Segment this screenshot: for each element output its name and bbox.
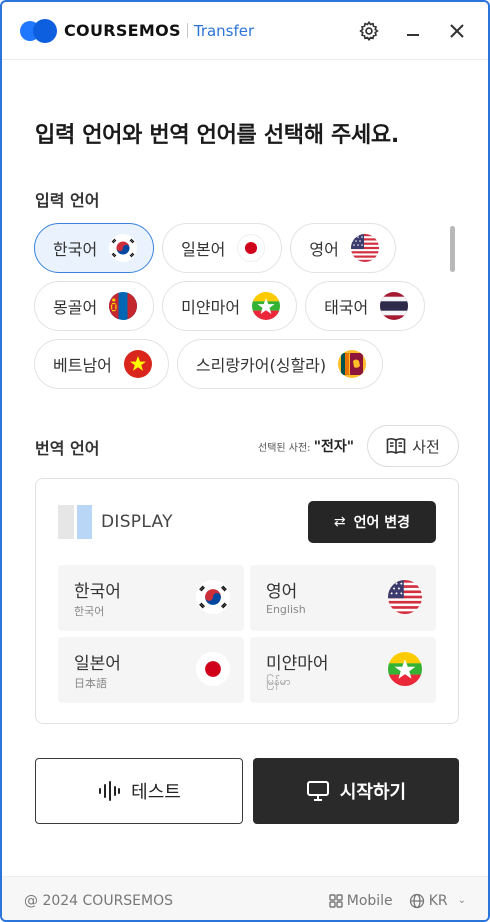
language-chip-english[interactable]: 영어 <box>290 223 396 273</box>
language-list-scrollbar[interactable] <box>450 226 455 272</box>
japan-flag-icon <box>237 234 266 262</box>
input-language-label: 입력 언어 <box>35 191 100 210</box>
thailand-flag-icon <box>380 292 408 320</box>
card-language-name: 영어 <box>266 582 298 602</box>
japan-flag-icon <box>196 652 230 686</box>
mongolia-flag-icon <box>109 292 137 320</box>
target-language-card-japanese[interactable]: 일본어 日本語 <box>58 637 244 703</box>
language-chip-vietnamese[interactable]: 베트남어 <box>34 339 169 389</box>
title-bar: COURSEMOS Transfer <box>2 2 488 60</box>
myanmar-flag-icon <box>252 292 280 320</box>
grid-icon <box>329 893 343 908</box>
product-name: Transfer <box>193 21 255 40</box>
display-title: DISPLAY <box>101 512 173 532</box>
vietnam-flag-icon <box>124 350 152 378</box>
target-language-label: 번역 언어 <box>35 439 100 458</box>
selected-dictionary-prefix: 선택된 사전: <box>258 443 311 454</box>
language-chip-korean[interactable]: 한국어 <box>34 223 155 273</box>
target-language-card-english[interactable]: 영어 English <box>250 565 436 631</box>
language-selector-label: KR <box>428 892 448 909</box>
language-chip-label: 스리랑카어(싱할라) <box>195 356 327 375</box>
input-language-row-1: 한국어 일본어 영어 <box>34 223 396 273</box>
card-language-name: 미얀마어 <box>266 654 329 674</box>
language-chip-label: 몽골어 <box>53 298 98 317</box>
language-selector[interactable]: KR ⌄ <box>409 893 466 909</box>
book-icon <box>386 438 406 454</box>
card-language-native: 日本語 <box>74 677 107 690</box>
language-chip-sinhala[interactable]: 스리랑카어(싱할라) <box>176 339 384 389</box>
usa-flag-icon <box>388 580 422 614</box>
usa-flag-icon <box>351 234 379 262</box>
card-language-native: English <box>266 603 306 616</box>
language-chip-japanese[interactable]: 일본어 <box>162 223 283 273</box>
copyright-text: @ 2024 COURSEMOS <box>24 892 174 909</box>
minimize-icon <box>407 33 419 36</box>
swap-arrows-icon: ⇄ <box>333 514 346 530</box>
language-chip-label: 일본어 <box>181 240 226 259</box>
language-chip-label: 영어 <box>309 240 339 259</box>
brand-name: COURSEMOS <box>64 21 181 40</box>
chevron-down-icon: ⌄ <box>457 895 466 906</box>
selected-dictionary-note: 선택된 사전: "전자" <box>258 436 354 456</box>
selected-dictionary-value: "전자" <box>313 439 355 455</box>
gear-icon <box>359 20 379 41</box>
myanmar-flag-icon <box>388 652 422 686</box>
card-language-native: 한국어 <box>74 605 105 618</box>
change-language-button[interactable]: ⇄ 언어 변경 <box>308 501 436 543</box>
brand-divider <box>186 23 188 38</box>
globe-icon <box>409 893 424 908</box>
dictionary-button-label: 사전 <box>412 437 440 456</box>
start-button[interactable]: 시작하기 <box>253 758 459 824</box>
card-language-name: 한국어 <box>74 582 121 602</box>
language-chip-myanmar[interactable]: 미얀마어 <box>162 281 298 331</box>
test-button[interactable]: 테스트 <box>35 758 243 824</box>
input-language-row-2: 몽골어 미얀마어 태국어 <box>34 281 426 331</box>
coursemos-logo-icon <box>20 18 57 43</box>
start-button-label: 시작하기 <box>339 782 407 803</box>
language-chip-label: 태국어 <box>324 298 369 317</box>
close-icon <box>450 23 464 38</box>
language-chip-mongolian[interactable]: 몽골어 <box>34 281 155 331</box>
target-language-card-myanmar[interactable]: 미얀마어 မြန်မာ <box>250 637 436 703</box>
dictionary-button[interactable]: 사전 <box>367 425 459 467</box>
mobile-link-label: Mobile <box>346 892 393 909</box>
card-language-name: 일본어 <box>74 654 121 674</box>
close-button[interactable] <box>444 18 470 44</box>
korea-flag-icon <box>109 234 137 262</box>
card-language-native: မြန်မာ <box>266 675 291 688</box>
target-language-card-korean[interactable]: 한국어 한국어 <box>58 565 244 631</box>
language-chip-thai[interactable]: 태국어 <box>305 281 426 331</box>
language-chip-label: 미얀마어 <box>181 298 241 317</box>
monitor-icon <box>306 781 329 801</box>
audio-wave-icon <box>99 781 121 801</box>
settings-button[interactable] <box>356 18 382 44</box>
language-chip-label: 베트남어 <box>53 356 112 375</box>
minimize-button[interactable] <box>400 18 426 44</box>
korea-flag-icon <box>196 580 230 614</box>
sri-lanka-flag-icon <box>338 350 366 378</box>
page-title: 입력 언어와 번역 언어를 선택해 주세요. <box>35 123 399 148</box>
app-window: COURSEMOS Transfer 입력 언어와 번역 언어를 선택해 주세요… <box>0 0 490 922</box>
footer: @ 2024 COURSEMOS Mobile KR ⌄ <box>2 876 488 920</box>
test-button-label: 테스트 <box>131 782 181 803</box>
display-split-icon <box>58 505 92 539</box>
language-chip-label: 한국어 <box>53 240 98 259</box>
input-language-row-3: 베트남어 스리랑카어(싱할라) <box>34 339 384 389</box>
mobile-link[interactable]: Mobile <box>329 893 393 909</box>
target-language-panel: DISPLAY ⇄ 언어 변경 한국어 한국어 영어 English 일본어 日… <box>35 478 459 724</box>
change-language-label: 언어 변경 <box>353 515 411 531</box>
